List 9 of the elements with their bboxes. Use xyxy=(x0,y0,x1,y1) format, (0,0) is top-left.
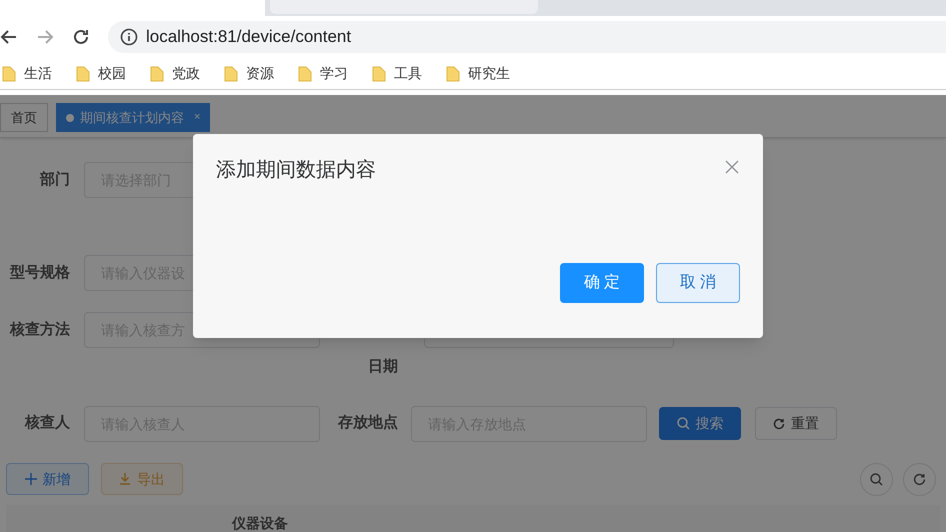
field-label: 存放地点 xyxy=(336,413,398,434)
column-header: 仪器设备 xyxy=(232,514,288,532)
field-label: 核查人 xyxy=(24,413,70,434)
url-text: localhost:81/device/content xyxy=(146,26,352,48)
field-label: 型号规格 xyxy=(9,262,70,283)
dialog-title: 添加期间数据内容 xyxy=(216,158,376,183)
field-label: 日期 xyxy=(367,357,398,377)
field-label: 部门 xyxy=(38,170,70,190)
field-label: 核查方法 xyxy=(8,320,70,340)
